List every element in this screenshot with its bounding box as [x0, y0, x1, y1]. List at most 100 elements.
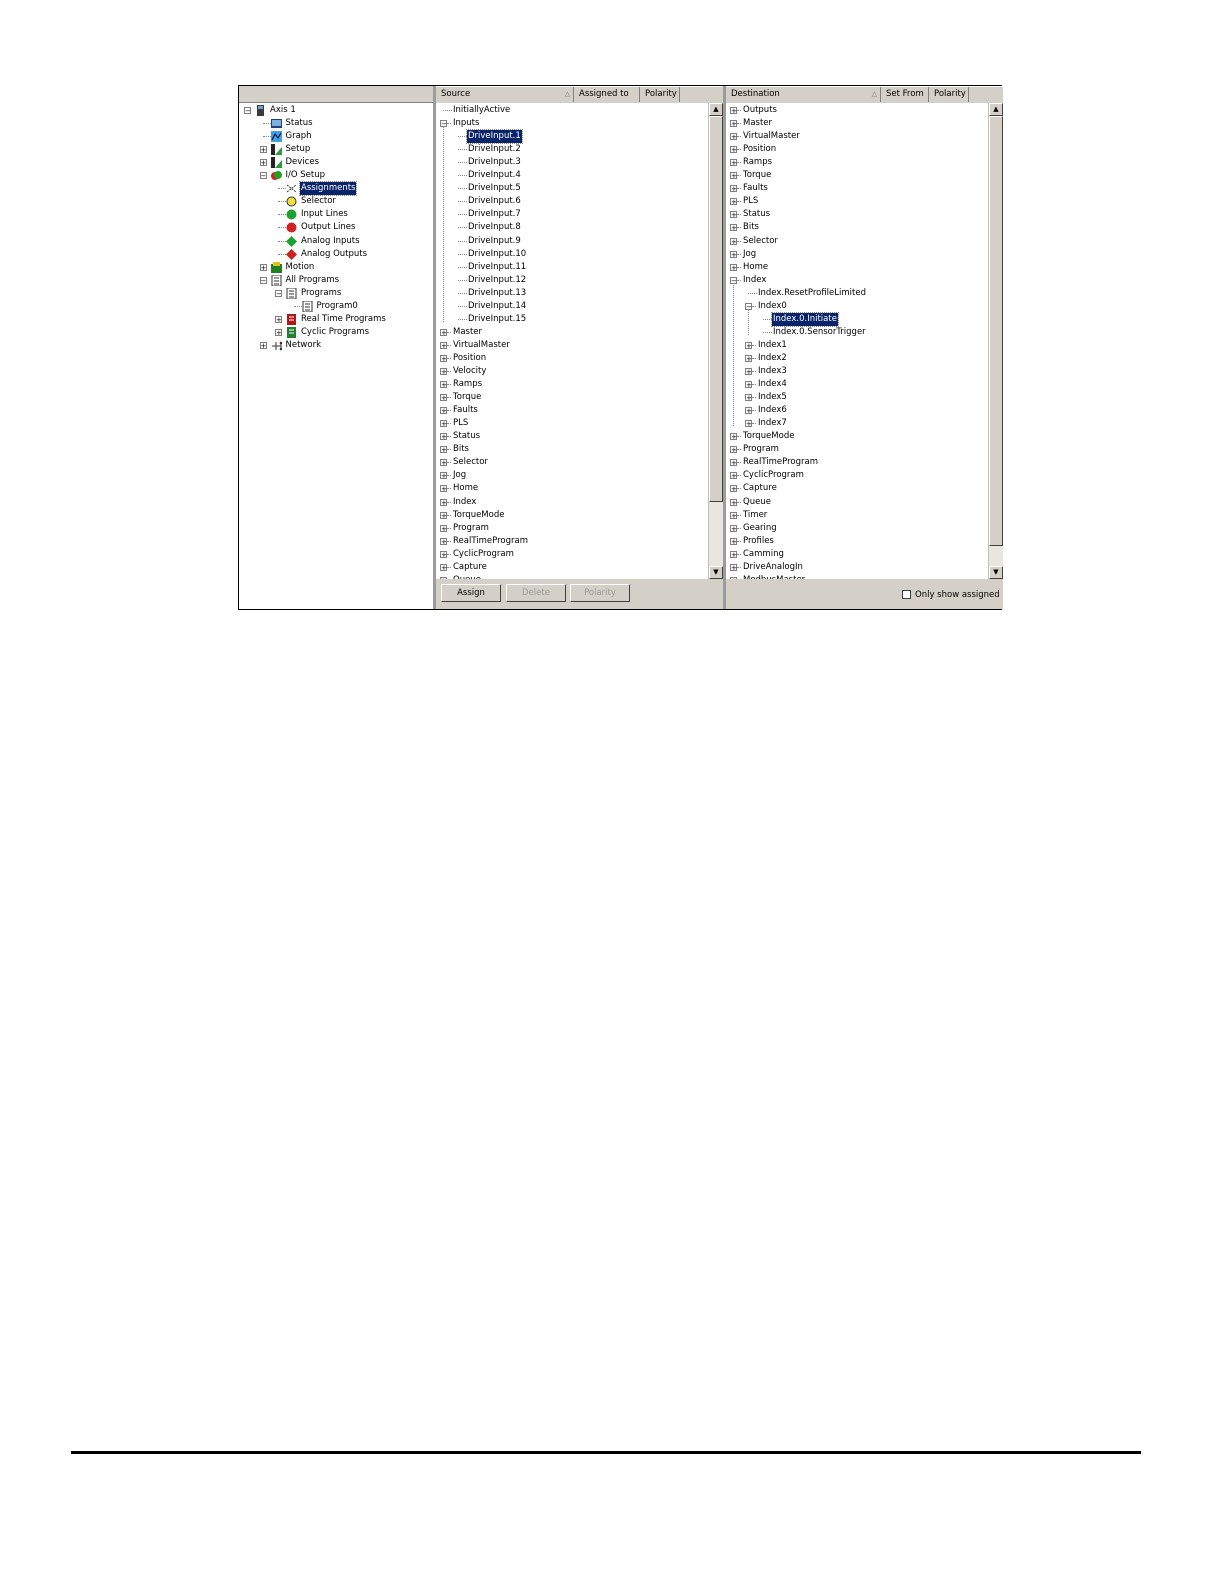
- expand-icon[interactable]: +: [730, 563, 737, 571]
- source-scrollbar[interactable]: ▲ ▼: [708, 103, 723, 579]
- delete-button[interactable]: Delete: [506, 584, 566, 602]
- list-item[interactable]: + Index3: [726, 365, 989, 378]
- tree-item-all-programs[interactable]: − All Programs: [239, 274, 433, 287]
- expand-icon[interactable]: +: [440, 459, 447, 467]
- tree-item-setup[interactable]: + Setup: [239, 143, 433, 156]
- expand-icon[interactable]: +: [730, 511, 737, 519]
- list-item[interactable]: + Ramps: [436, 378, 709, 391]
- list-item[interactable]: + Master: [726, 117, 989, 130]
- tree-item-axis-1[interactable]: − Axis 1: [239, 104, 433, 117]
- expand-icon[interactable]: +: [440, 537, 447, 545]
- expand-icon[interactable]: +: [730, 211, 737, 219]
- list-item[interactable]: + Index5: [726, 391, 989, 404]
- list-item[interactable]: Index.0.SensorTrigger: [726, 326, 989, 339]
- collapse-icon[interactable]: −: [275, 289, 282, 297]
- expand-icon[interactable]: +: [440, 381, 447, 389]
- list-item[interactable]: + TorqueMode: [436, 509, 709, 522]
- scroll-up-icon[interactable]: ▲: [989, 103, 1003, 116]
- expand-icon[interactable]: +: [730, 133, 737, 141]
- expand-icon[interactable]: +: [440, 341, 447, 349]
- list-item[interactable]: + RealTimeProgram: [726, 456, 989, 469]
- list-item[interactable]: + Torque: [726, 169, 989, 182]
- expand-icon[interactable]: +: [730, 537, 737, 545]
- expand-icon[interactable]: +: [730, 120, 737, 128]
- list-item[interactable]: DriveInput.3: [436, 156, 709, 169]
- expand-icon[interactable]: +: [745, 420, 752, 428]
- tree-item-cyclic-programs[interactable]: + Cyclic Programs: [239, 326, 433, 339]
- list-item[interactable]: InitiallyActive: [436, 104, 709, 117]
- expand-icon[interactable]: +: [730, 250, 737, 258]
- tree-item-i-o-setup[interactable]: − I/O Setup: [239, 169, 433, 182]
- expand-icon[interactable]: +: [730, 485, 737, 493]
- expand-icon[interactable]: +: [440, 446, 447, 454]
- list-item[interactable]: + Program: [726, 443, 989, 456]
- list-item[interactable]: + Home: [726, 261, 989, 274]
- tree-item-analog-inputs[interactable]: Analog Inputs: [239, 235, 433, 248]
- column-header-assigned-to[interactable]: Assigned to: [574, 87, 640, 102]
- list-item[interactable]: DriveInput.15: [436, 313, 709, 326]
- expand-icon[interactable]: +: [440, 485, 447, 493]
- expand-icon[interactable]: +: [259, 341, 267, 349]
- expand-icon[interactable]: +: [440, 368, 447, 376]
- column-header-destination[interactable]: Destination △: [726, 87, 881, 102]
- list-item[interactable]: − Inputs: [436, 117, 709, 130]
- tree-item-assignments[interactable]: Assignments: [239, 181, 433, 197]
- tree-item-input-lines[interactable]: Input Lines: [239, 208, 433, 221]
- list-item[interactable]: + Queue: [726, 496, 989, 509]
- scroll-up-icon[interactable]: ▲: [709, 103, 723, 116]
- expand-icon[interactable]: +: [259, 263, 267, 271]
- expand-icon[interactable]: +: [440, 550, 447, 558]
- list-item[interactable]: DriveInput.4: [436, 169, 709, 182]
- list-item[interactable]: + Index6: [726, 404, 989, 417]
- list-item[interactable]: + Faults: [726, 182, 989, 195]
- list-item[interactable]: + Index2: [726, 352, 989, 365]
- expand-icon[interactable]: +: [745, 394, 752, 402]
- expand-icon[interactable]: +: [730, 263, 737, 271]
- expand-icon[interactable]: +: [440, 524, 447, 532]
- list-item[interactable]: + Jog: [726, 248, 989, 261]
- list-item[interactable]: + Selector: [436, 456, 709, 469]
- list-item[interactable]: + Outputs: [726, 104, 989, 117]
- expand-icon[interactable]: +: [730, 198, 737, 206]
- list-item[interactable]: DriveInput.8: [436, 221, 709, 234]
- expand-icon[interactable]: +: [745, 341, 752, 349]
- only-show-assigned-checkbox[interactable]: [902, 590, 911, 599]
- expand-icon[interactable]: +: [440, 420, 447, 428]
- list-item[interactable]: + Jog: [436, 469, 709, 482]
- expand-icon[interactable]: +: [730, 472, 737, 480]
- column-header-set-from[interactable]: Set From: [881, 87, 929, 102]
- expand-icon[interactable]: +: [730, 237, 737, 245]
- expand-icon[interactable]: +: [440, 433, 447, 441]
- tree-item-output-lines[interactable]: Output Lines: [239, 221, 433, 234]
- expand-icon[interactable]: +: [745, 354, 752, 362]
- source-list[interactable]: InitiallyActive − Inputs DriveInput.1 DriveI…: [436, 103, 709, 579]
- list-item[interactable]: Index.ResetProfileLimited: [726, 287, 989, 300]
- navigation-tree[interactable]: − Axis 1 Status Graph + Setup + Devices − I/O Set…: [239, 86, 436, 609]
- list-item[interactable]: DriveInput.6: [436, 195, 709, 208]
- expand-icon[interactable]: +: [730, 224, 737, 232]
- expand-icon[interactable]: +: [730, 107, 737, 115]
- expand-icon[interactable]: +: [440, 563, 447, 571]
- tree-item-motion[interactable]: + Motion: [239, 261, 433, 274]
- list-item[interactable]: + Index4: [726, 378, 989, 391]
- list-item[interactable]: + Ramps: [726, 156, 989, 169]
- list-item[interactable]: + Index7: [726, 417, 989, 430]
- list-item[interactable]: + Faults: [436, 404, 709, 417]
- expand-icon[interactable]: +: [440, 407, 447, 415]
- expand-icon[interactable]: +: [730, 146, 737, 154]
- list-item[interactable]: + Status: [436, 430, 709, 443]
- list-item[interactable]: + Profiles: [726, 535, 989, 548]
- list-item[interactable]: + RealTimeProgram: [436, 535, 709, 548]
- tree-item-network[interactable]: + Network: [239, 339, 433, 352]
- list-item[interactable]: + Camming: [726, 548, 989, 561]
- list-item[interactable]: Index.0.Initiate: [726, 311, 989, 327]
- expand-icon[interactable]: +: [730, 185, 737, 193]
- list-item[interactable]: + DriveAnalogIn: [726, 561, 989, 574]
- expand-icon[interactable]: +: [745, 407, 752, 415]
- list-item[interactable]: − Index: [726, 274, 989, 287]
- expand-icon[interactable]: +: [730, 446, 737, 454]
- list-item[interactable]: DriveInput.14: [436, 300, 709, 313]
- list-item[interactable]: + Status: [726, 208, 989, 221]
- list-item[interactable]: + CyclicProgram: [436, 548, 709, 561]
- expand-icon[interactable]: +: [440, 472, 447, 480]
